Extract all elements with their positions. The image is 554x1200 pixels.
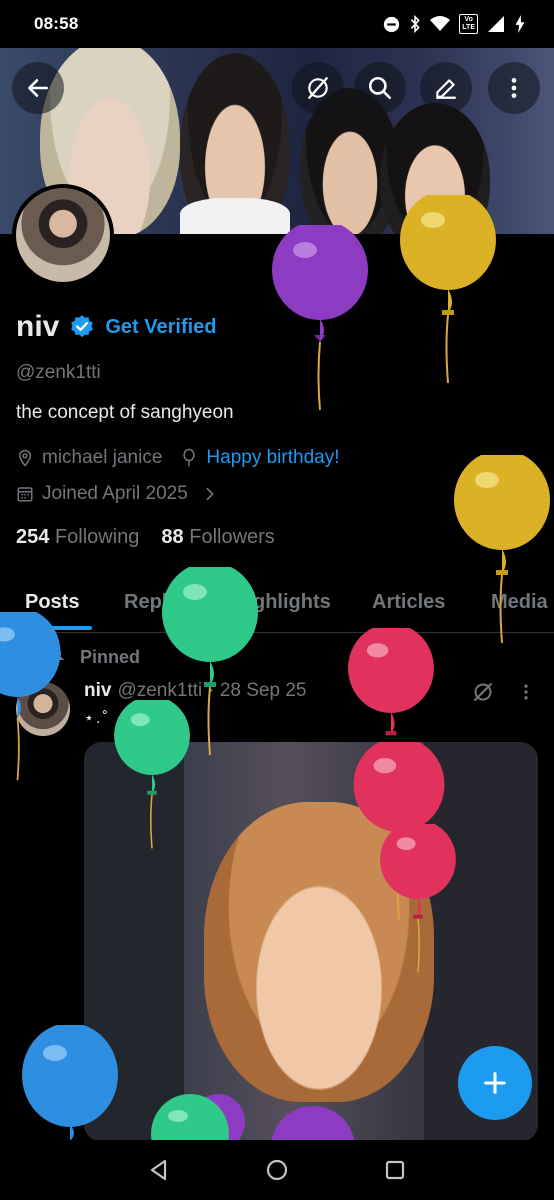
balloon-green-3-icon — [151, 1094, 229, 1144]
balloon-purple-icon — [272, 225, 368, 411]
balloon-yellow-icon — [400, 195, 496, 384]
following-count: 254 — [16, 526, 50, 548]
get-verified-link[interactable]: Get Verified — [105, 316, 216, 339]
more-options-button[interactable] — [488, 62, 540, 114]
search-icon — [368, 76, 392, 100]
profile-name: niv — [16, 310, 60, 343]
edit-icon — [436, 79, 456, 99]
wifi-icon — [430, 16, 451, 31]
status-time: 08:58 — [34, 14, 79, 33]
tab-articles[interactable]: Articles — [372, 591, 445, 614]
plus-icon — [484, 1072, 506, 1094]
followers-count: 88 — [161, 526, 184, 548]
profile-handle: @zenk1tti — [16, 362, 101, 383]
chevron-right-icon[interactable] — [202, 486, 218, 502]
balloon-purple-3-icon — [271, 1106, 355, 1142]
balloon-icon — [183, 448, 196, 467]
do-not-disturb-icon — [384, 16, 400, 32]
profile-meta: michael janice Happy birthday! — [16, 447, 339, 469]
balloon-blue-icon — [0, 612, 61, 781]
back-button[interactable] — [12, 62, 64, 114]
profile-avatar[interactable] — [12, 184, 114, 286]
location-pin-icon — [18, 449, 32, 467]
verified-badge-icon — [71, 315, 94, 338]
signal-icon — [488, 16, 504, 32]
balloon-yellow-2-icon — [454, 455, 550, 644]
search-button[interactable] — [354, 62, 406, 114]
compose-post-button[interactable] — [458, 1046, 532, 1120]
joined-row: Joined April 2025 — [16, 483, 218, 505]
post-author-name[interactable]: niv — [84, 680, 111, 702]
profile-location: michael janice — [42, 447, 163, 468]
recents-square-icon[interactable] — [383, 1158, 407, 1182]
grok-icon — [308, 77, 328, 99]
birthday-text[interactable]: Happy birthday! — [206, 447, 339, 469]
profile-bio: the concept of sanghyeon — [16, 402, 234, 423]
calendar-icon — [17, 487, 33, 502]
home-circle-icon[interactable] — [265, 1158, 289, 1182]
grok-button[interactable] — [292, 62, 344, 114]
back-triangle-icon[interactable] — [147, 1158, 171, 1182]
name-row: niv Get Verified — [16, 310, 217, 344]
post-more-icon[interactable] — [516, 682, 536, 702]
grok-post-icon[interactable] — [471, 680, 495, 704]
tab-posts[interactable]: Posts — [25, 591, 79, 614]
volte-badge: Vo LTE — [459, 14, 478, 34]
system-nav-bar — [0, 1140, 554, 1200]
more-vertical-icon — [511, 78, 517, 98]
profile-stats: 254 Following 88 Followers — [16, 526, 275, 549]
balloon-blue-2-icon — [22, 1025, 118, 1141]
back-arrow-icon — [28, 79, 48, 97]
following-link[interactable]: 254 Following — [16, 526, 139, 549]
edit-button[interactable] — [420, 62, 472, 114]
balloon-red-3-icon — [380, 824, 456, 973]
balloon-green-2-icon — [114, 700, 190, 849]
battery-charging-icon — [515, 15, 525, 33]
status-bar: 08:58 Vo LTE — [0, 0, 554, 48]
followers-link[interactable]: 88 Followers — [161, 526, 274, 549]
joined-date: Joined April 2025 — [42, 483, 188, 504]
bluetooth-icon — [411, 15, 421, 33]
